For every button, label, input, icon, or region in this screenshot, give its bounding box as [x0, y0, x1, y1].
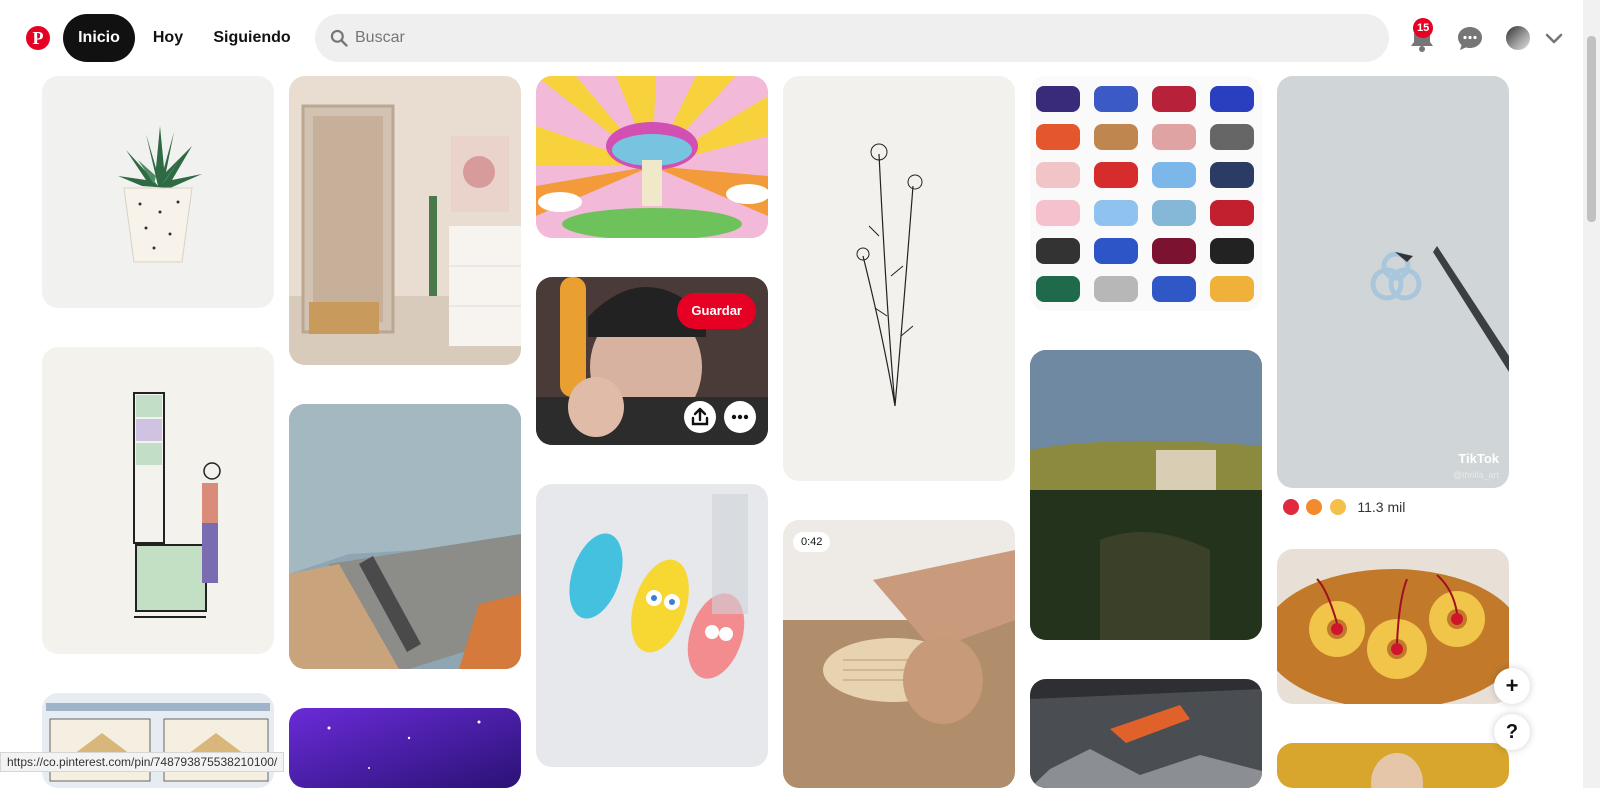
- search-icon: [330, 29, 348, 47]
- pin-image-quarry: [1030, 679, 1262, 788]
- avatar: [1506, 26, 1530, 50]
- pinterest-logo[interactable]: P: [26, 26, 50, 50]
- pin-card[interactable]: [1030, 350, 1262, 640]
- share-icon: [691, 407, 709, 426]
- top-navigation-bar: P Inicio Hoy Siguiendo 15: [0, 0, 1583, 76]
- pin-card[interactable]: [289, 76, 521, 365]
- help-button[interactable]: ?: [1494, 714, 1530, 750]
- pin-image-pen-drawing: [1277, 76, 1509, 488]
- more-options-button[interactable]: [724, 401, 756, 433]
- search-bar[interactable]: [315, 14, 1389, 62]
- chat-icon: [1458, 27, 1482, 50]
- account-menu-button[interactable]: [1538, 14, 1570, 62]
- nav-following-button[interactable]: Siguiendo: [204, 14, 300, 62]
- pin-card[interactable]: TikTok @thrilla_art: [1277, 76, 1509, 488]
- tiktok-watermark: TikTok: [1458, 451, 1499, 466]
- more-dots-icon: [731, 414, 749, 420]
- save-pin-button[interactable]: Guardar: [677, 293, 756, 329]
- logo-letter: P: [32, 28, 44, 48]
- pin-card[interactable]: [42, 347, 274, 654]
- pin-image-diagram: [42, 693, 274, 788]
- reaction-count: 11.3 mil: [1357, 498, 1406, 515]
- status-bar-url: https://co.pinterest.com/pin/74879387553…: [0, 752, 285, 772]
- tiktok-username: @thrilla_art: [1452, 470, 1499, 480]
- search-input[interactable]: [355, 14, 1375, 62]
- pin-image-plant: [42, 76, 274, 308]
- pin-card[interactable]: [1277, 549, 1509, 704]
- pin-image-hand-sticks: [783, 520, 1015, 788]
- wow-reaction-icon: [1306, 498, 1323, 515]
- pin-image-landscape: [1030, 350, 1262, 640]
- pin-image-person: [1277, 743, 1509, 788]
- pin-image-nails: [536, 484, 768, 767]
- share-pin-button[interactable]: [684, 401, 716, 433]
- pin-card[interactable]: [289, 404, 521, 669]
- pin-card[interactable]: [42, 76, 274, 308]
- pin-card[interactable]: 0:42: [783, 520, 1015, 788]
- scrollbar-thumb[interactable]: [1587, 36, 1596, 222]
- profile-button[interactable]: [1494, 14, 1542, 62]
- pin-card[interactable]: [536, 484, 768, 767]
- pin-card[interactable]: [1030, 76, 1262, 311]
- nav-home-button[interactable]: Inicio: [63, 14, 135, 62]
- chevron-down-icon: [1545, 33, 1563, 44]
- pin-image-shower: [289, 404, 521, 669]
- pin-card[interactable]: [1030, 679, 1262, 788]
- pin-card[interactable]: [536, 76, 768, 238]
- pin-card[interactable]: [42, 693, 274, 788]
- pin-image-pineapple-cake: [1277, 549, 1509, 704]
- pin-card[interactable]: Guardar: [536, 277, 768, 445]
- pin-image-sketch: [42, 347, 274, 654]
- pin-image-mushroom: [536, 76, 768, 238]
- pin-card[interactable]: [783, 76, 1015, 481]
- pin-card[interactable]: [1277, 743, 1509, 788]
- heart-reaction-icon: [1283, 498, 1299, 515]
- pin-image-flower-drawing: [783, 76, 1015, 481]
- pin-card[interactable]: [289, 708, 521, 788]
- create-pin-button[interactable]: +: [1494, 668, 1530, 704]
- messages-button[interactable]: [1446, 14, 1494, 62]
- reaction-summary[interactable]: 11.3 mil: [1283, 498, 1405, 518]
- smile-reaction-icon: [1329, 498, 1346, 515]
- video-duration-badge: 0:42: [793, 532, 831, 552]
- nav-today-button[interactable]: Hoy: [140, 14, 196, 62]
- pin-image-bedroom: [289, 76, 521, 365]
- pin-image-sneakers: [1030, 76, 1262, 311]
- page-scrollbar[interactable]: [1583, 0, 1600, 788]
- pin-image-space: [289, 708, 521, 788]
